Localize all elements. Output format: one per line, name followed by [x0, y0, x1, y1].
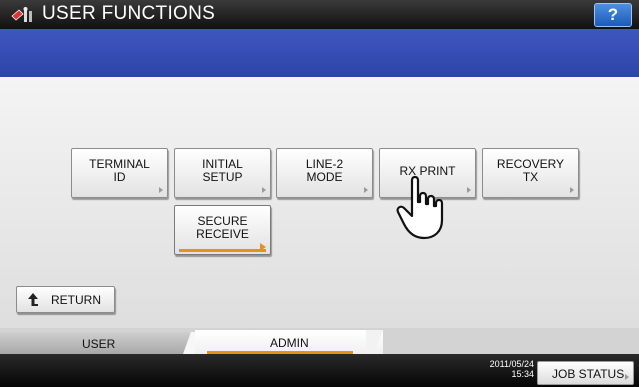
- screen: USER FUNCTIONS ? TERMINAL ID INITIAL SET…: [0, 0, 639, 387]
- pointer-hand-icon: [396, 175, 444, 240]
- tab-admin-label: ADMIN: [270, 336, 309, 350]
- date-text: 2011/05/24: [489, 359, 534, 369]
- submenu-arrow-icon: [625, 374, 629, 380]
- job-status-button[interactable]: JOB STATUS: [537, 361, 634, 385]
- submenu-arrow-icon: [260, 243, 266, 251]
- submenu-arrow-icon: [364, 187, 368, 193]
- submenu-arrow-icon: [159, 187, 163, 193]
- secure-receive-label: SECURE RECEIVE: [196, 214, 249, 241]
- recovery-tx-label: RECOVERY TX: [496, 157, 565, 184]
- header-bar: USER FUNCTIONS ?: [0, 0, 639, 29]
- selected-indicator: [179, 249, 266, 252]
- user-functions-icon: [11, 7, 32, 22]
- tab-admin[interactable]: ADMIN: [195, 330, 383, 354]
- time-text: 15:34: [511, 369, 534, 379]
- initial-setup-label: INITIAL SETUP: [202, 157, 243, 184]
- tab-edge: [366, 330, 383, 354]
- tab-user-label: USER: [82, 337, 116, 351]
- terminal-id-label: TERMINAL ID: [89, 157, 150, 184]
- line-2-mode-button[interactable]: LINE-2 MODE: [276, 148, 373, 198]
- date-time: 2011/05/24 15:34: [484, 359, 534, 379]
- recovery-tx-button[interactable]: RECOVERY TX: [482, 148, 579, 198]
- submenu-arrow-icon: [467, 187, 471, 193]
- help-button[interactable]: ?: [594, 3, 632, 27]
- secure-receive-button[interactable]: SECURE RECEIVE: [174, 205, 271, 255]
- terminal-id-button[interactable]: TERMINAL ID: [71, 148, 168, 198]
- submenu-arrow-icon: [262, 187, 266, 193]
- submenu-arrow-icon: [570, 187, 574, 193]
- tab-divider: [183, 332, 195, 354]
- return-label: RETURN: [51, 293, 101, 307]
- return-arrow-icon: [28, 293, 38, 306]
- message-band: [0, 29, 639, 77]
- return-button[interactable]: RETURN: [16, 286, 115, 313]
- page-title: USER FUNCTIONS: [42, 3, 216, 24]
- line-2-mode-label: LINE-2 MODE: [305, 157, 344, 184]
- job-status-label: JOB STATUS: [552, 367, 625, 381]
- tab-user[interactable]: USER: [0, 332, 190, 354]
- initial-setup-button[interactable]: INITIAL SETUP: [174, 148, 271, 198]
